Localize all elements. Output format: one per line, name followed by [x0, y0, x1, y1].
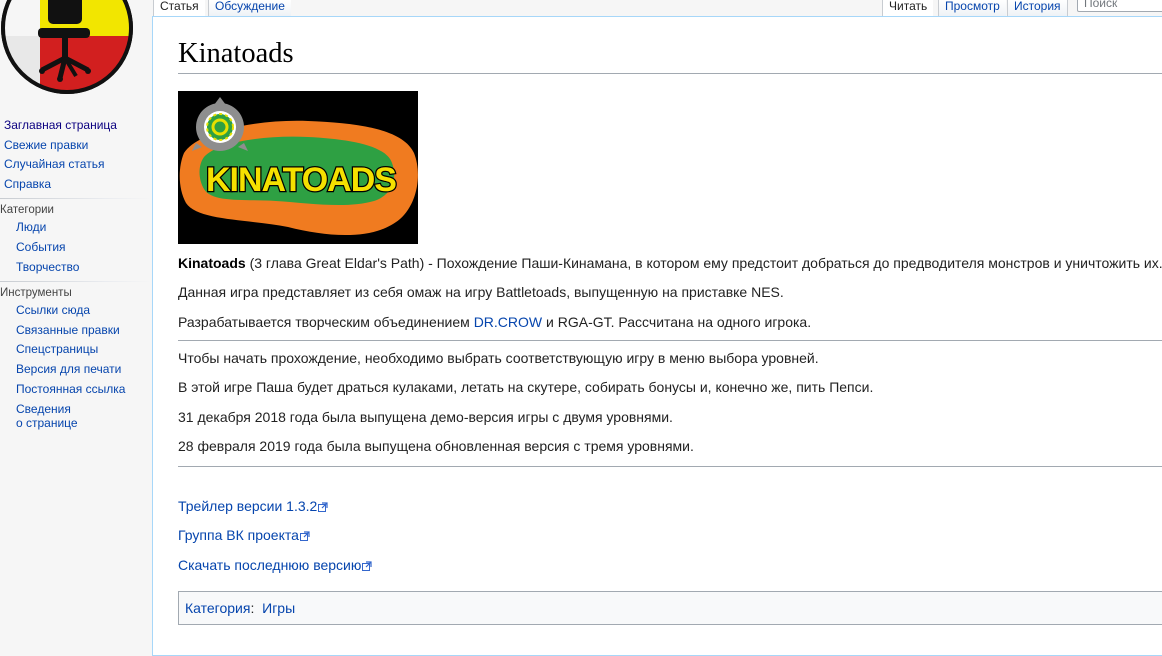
sidebar-categories-heading: Категории	[0, 198, 152, 219]
vk-group-link-row: Группа ВК проекта	[178, 525, 310, 545]
category-games-link[interactable]: Игры	[262, 600, 295, 616]
sidebar-item-printable-version[interactable]: Версия для печати	[0, 360, 152, 380]
download-latest-link[interactable]: Скачать последнюю версию	[178, 557, 361, 573]
sidebar-categories-portal: Категории Люди События Творчество	[0, 198, 152, 277]
sidebar-navigation: Заглавная страница Свежие правки Случайн…	[0, 116, 152, 194]
section-divider	[178, 466, 1162, 467]
paragraph-6: 31 декабря 2018 года была выпущена демо-…	[178, 409, 673, 425]
download-link-row: Скачать последнюю версию	[178, 555, 372, 575]
paragraph-3-b: и RGA-GT. Рассчитана на одного игрока.	[542, 314, 812, 330]
sidebar: Заглавная страница Свежие правки Случайн…	[0, 116, 152, 431]
game-logo-image[interactable]: KINATOADS	[178, 91, 418, 244]
page-information-line2: о странице	[16, 416, 78, 431]
intro-paragraph: Kinatoads (3 глава Great Eldar's Path) -…	[178, 253, 1162, 273]
paragraph-7: 28 февраля 2019 года была выпущена обнов…	[178, 438, 694, 454]
sidebar-item-permanent-link[interactable]: Постоянная ссылка	[0, 380, 152, 400]
external-link-icon	[362, 561, 372, 572]
sidebar-item-what-links-here[interactable]: Ссылки сюда	[0, 301, 152, 321]
kinatoads-logo-icon: KINATOADS	[178, 91, 418, 244]
dr-crow-link[interactable]: DR.CROW	[474, 314, 542, 330]
sidebar-tools-portal: Инструменты Ссылки сюда Связанные правки…	[0, 281, 152, 431]
paragraph-4: Чтобы начать прохождение, необходимо выб…	[178, 350, 819, 366]
trailer-link[interactable]: Трейлер версии 1.3.2	[178, 498, 317, 514]
category-label-link[interactable]: Категория	[185, 600, 250, 616]
sidebar-item-page-information[interactable]: Сведения о странице	[0, 399, 152, 431]
logo-emblem-icon	[1, 0, 133, 94]
category-links-box: Категория: Игры	[178, 591, 1162, 625]
sidebar-item-random-article[interactable]: Случайная статья	[4, 155, 152, 175]
intro-text: (3 глава Great Eldar's Path) - Похождени…	[245, 255, 1162, 271]
paragraph-2: Данная игра представляет из себя омаж на…	[178, 284, 784, 300]
title-divider	[178, 73, 1162, 74]
sidebar-item-main-page[interactable]: Заглавная страница	[4, 116, 152, 136]
sidebar-item-related-changes[interactable]: Связанные правки	[0, 321, 152, 341]
sidebar-item-help[interactable]: Справка	[4, 175, 152, 195]
sidebar-item-special-pages[interactable]: Спецстраницы	[0, 340, 152, 360]
sidebar-item-events[interactable]: События	[0, 238, 152, 258]
site-logo[interactable]	[0, 0, 152, 104]
tab-read[interactable]: Читать	[882, 0, 934, 16]
search-input[interactable]: Поиск	[1077, 0, 1162, 12]
sidebar-item-recent-changes[interactable]: Свежие правки	[4, 136, 152, 156]
sidebar-tools-heading: Инструменты	[0, 281, 152, 302]
tab-history[interactable]: История	[1007, 0, 1068, 16]
paragraph-3-a: Разрабатывается творческим объединением	[178, 314, 474, 330]
tab-view-source[interactable]: Просмотр	[938, 0, 1006, 16]
tab-talk[interactable]: Обсуждение	[208, 0, 291, 16]
external-link-icon	[318, 502, 328, 513]
section-divider	[178, 340, 1162, 341]
paragraph-3: Разрабатывается творческим объединением …	[178, 312, 811, 332]
sidebar-item-people[interactable]: Люди	[0, 218, 152, 238]
trailer-link-row: Трейлер версии 1.3.2	[178, 496, 328, 516]
paragraph-5: В этой игре Паша будет драться кулаками,…	[178, 379, 874, 395]
page-information-line1: Сведения	[16, 402, 71, 417]
intro-bold-title: Kinatoads	[178, 255, 246, 271]
sidebar-item-creativity[interactable]: Творчество	[0, 258, 152, 278]
game-logo-text: KINATOADS	[206, 161, 396, 199]
tab-article[interactable]: Статья	[153, 0, 205, 16]
external-link-icon	[299, 531, 310, 542]
page-title: Kinatoads	[178, 38, 294, 69]
vk-group-link[interactable]: Группа ВК проекта	[178, 527, 299, 543]
category-colon: :	[250, 600, 263, 616]
main-content: Kinatoads KINATOADS Kinatoads (3 глава G…	[152, 16, 1162, 656]
